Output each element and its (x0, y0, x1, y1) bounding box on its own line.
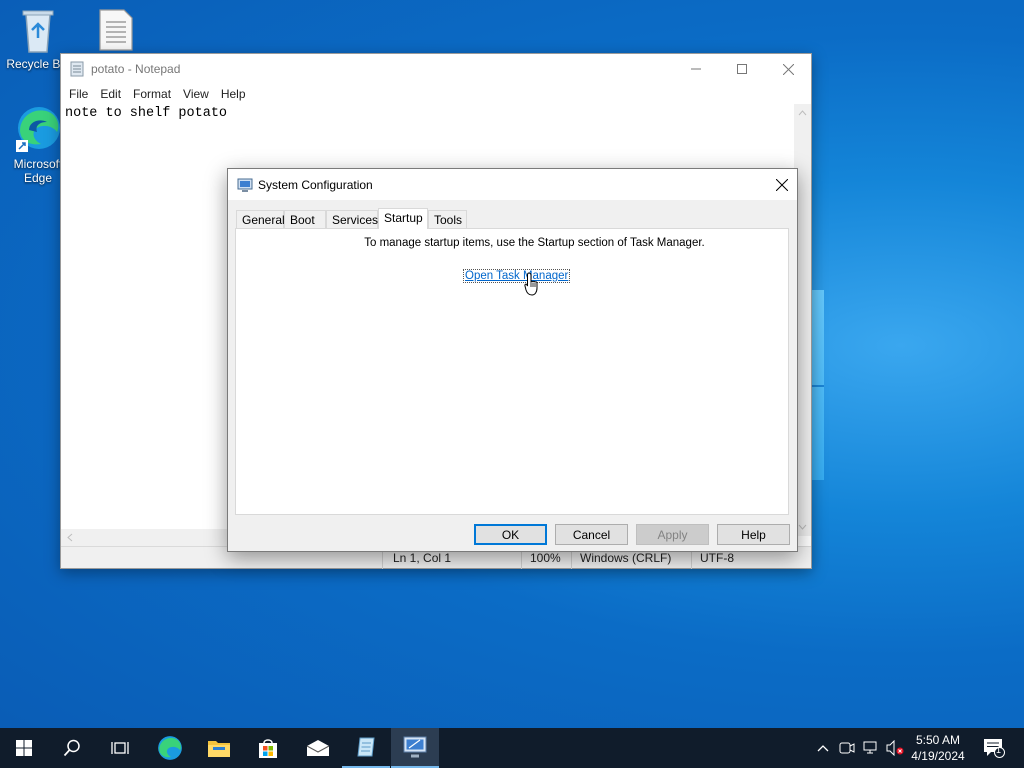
tab-services[interactable]: Services (326, 210, 378, 229)
status-line-ending: Windows (CRLF) (580, 551, 672, 565)
taskbar-microsoft-store[interactable] (244, 728, 292, 768)
open-task-manager-link[interactable]: Open Task Manager (463, 269, 571, 283)
dialog-close-button[interactable] (767, 169, 797, 200)
network-icon (863, 741, 877, 754)
close-icon (782, 63, 794, 75)
task-view-icon (111, 742, 129, 754)
folder-icon (208, 741, 230, 757)
menu-view[interactable]: View (177, 87, 215, 101)
edge-icon (158, 736, 182, 760)
taskbar-clock[interactable]: 5:50 AM 4/19/2024 (905, 732, 971, 764)
desktop-icon-label: Microsoft Edge (13, 157, 63, 185)
taskbar-edge[interactable] (146, 728, 194, 768)
close-icon (776, 178, 788, 191)
menu-edit[interactable]: Edit (94, 87, 127, 101)
search-button[interactable] (48, 728, 96, 768)
minimize-button[interactable] (673, 54, 719, 84)
tray-network[interactable] (860, 728, 882, 768)
startup-tab-panel: To manage startup items, use the Startup… (235, 228, 789, 515)
search-icon (63, 739, 80, 757)
system-configuration-icon (403, 736, 427, 758)
system-configuration-dialog[interactable]: System Configuration General Boot Servic… (227, 168, 798, 552)
tab-tools[interactable]: Tools (428, 210, 467, 229)
tab-general[interactable]: General (236, 210, 285, 229)
task-view-button[interactable] (96, 728, 144, 768)
notepad-title: potato - Notepad (91, 62, 181, 76)
action-center-button[interactable]: 1 (978, 728, 1010, 768)
taskbar-file-explorer[interactable] (195, 728, 243, 768)
taskbar: 5:50 AM 4/19/2024 1 (0, 728, 1024, 768)
scroll-up-icon (798, 110, 807, 116)
minimize-icon (691, 68, 701, 70)
maximize-button[interactable] (719, 54, 765, 84)
notepad-menubar: File Edit Format View Help (61, 84, 811, 104)
show-hidden-icons-button[interactable] (812, 728, 834, 768)
menu-file[interactable]: File (63, 87, 94, 101)
status-encoding: UTF-8 (700, 551, 734, 565)
wallpaper-window-divider (812, 385, 824, 387)
status-position: Ln 1, Col 1 (393, 551, 452, 565)
menu-format[interactable]: Format (127, 87, 177, 101)
notepad-icon (357, 737, 375, 757)
camera-icon (839, 742, 855, 754)
edge-icon (16, 107, 60, 152)
taskbar-notepad[interactable] (342, 728, 390, 768)
help-button[interactable]: Help (717, 524, 790, 545)
chevron-up-icon (817, 745, 829, 752)
notification-count: 1 (996, 745, 1002, 755)
notification-icon (984, 739, 1005, 758)
dialog-title: System Configuration (258, 177, 373, 192)
recycle-bin-icon (22, 10, 54, 53)
system-configuration-icon (237, 178, 253, 192)
notepad-app-icon (70, 61, 84, 77)
tray-volume[interactable] (884, 728, 906, 768)
startup-message: To manage startup items, use the Startup… (364, 237, 705, 249)
tab-startup[interactable]: Startup (378, 208, 428, 229)
apply-button[interactable]: Apply (636, 524, 709, 545)
volume-muted-icon (886, 740, 904, 756)
menu-help[interactable]: Help (215, 87, 252, 101)
clock-date: 4/19/2024 (911, 749, 965, 763)
hand-cursor-icon (524, 272, 538, 296)
clock-time: 5:50 AM (915, 733, 961, 747)
dialog-titlebar[interactable]: System Configuration (228, 169, 797, 200)
tray-meet-now[interactable] (836, 728, 858, 768)
ok-button[interactable]: OK (474, 524, 547, 545)
windows-logo-icon (16, 740, 32, 756)
start-button[interactable] (0, 728, 48, 768)
desktop-icon-text-file[interactable] (78, 8, 154, 55)
store-icon (259, 739, 277, 758)
cancel-button[interactable]: Cancel (555, 524, 628, 545)
tab-boot[interactable]: Boot (284, 210, 326, 229)
close-button[interactable] (765, 54, 811, 84)
mail-icon (306, 740, 330, 756)
scroll-left-icon (67, 533, 73, 542)
notepad-window-controls (673, 54, 811, 84)
status-zoom: 100% (530, 551, 561, 565)
maximize-icon (737, 64, 747, 74)
taskbar-mail[interactable] (294, 728, 342, 768)
notepad-text-area[interactable]: note to shelf potato (65, 106, 227, 121)
taskbar-system-configuration[interactable] (391, 728, 439, 768)
text-file-icon (99, 9, 133, 51)
